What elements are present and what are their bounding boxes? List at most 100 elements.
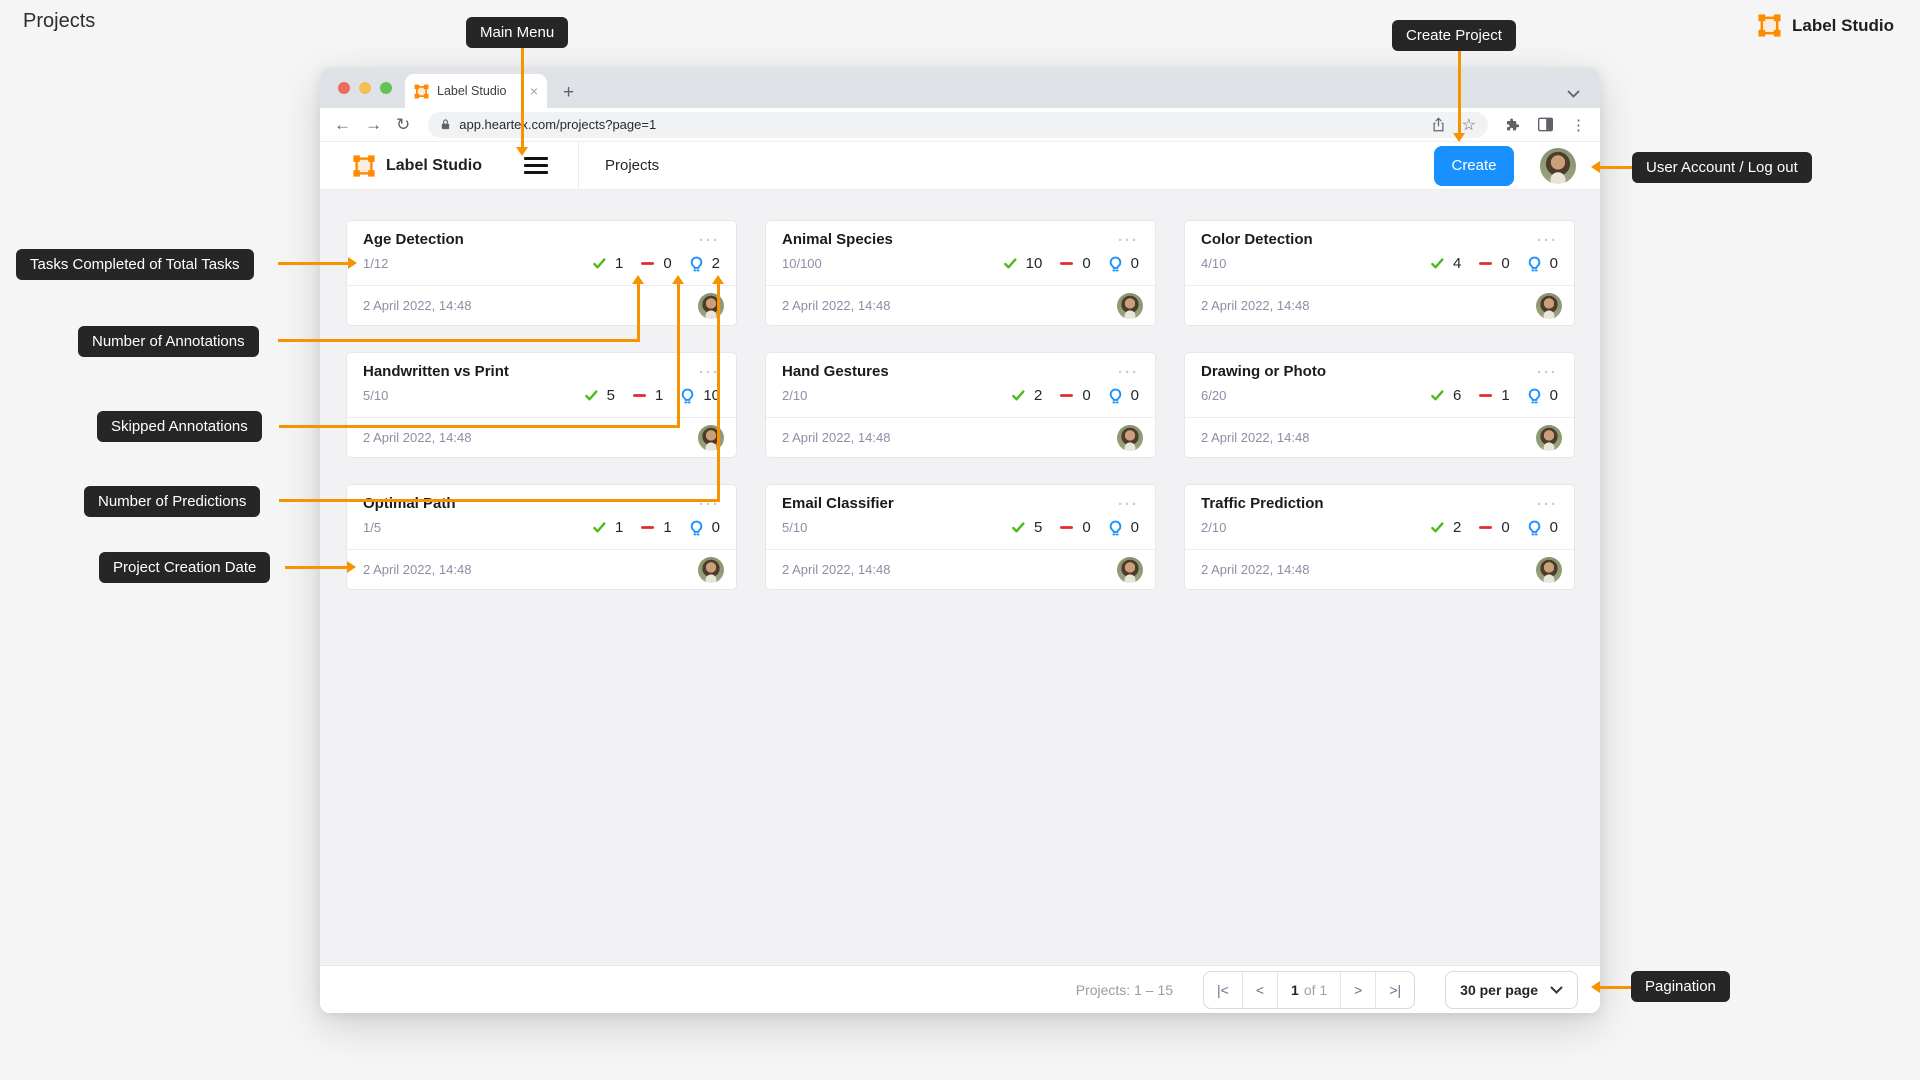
user-avatar[interactable] (1540, 148, 1576, 184)
annotations-count: 2 (1034, 387, 1042, 404)
browser-menu-icon[interactable]: ⋮ (1571, 116, 1586, 134)
predictions-count: 0 (1550, 519, 1558, 536)
minus-icon (1059, 520, 1074, 535)
project-title: Email Classifier (782, 495, 1118, 512)
predictions-bulb-icon (1108, 256, 1123, 272)
close-tab-icon[interactable]: × (530, 84, 538, 98)
predictions-count: 0 (1131, 255, 1139, 272)
card-menu-icon[interactable]: ··· (699, 233, 720, 248)
check-icon (592, 520, 607, 535)
skipped-stat: 1 (640, 519, 671, 536)
card-menu-icon[interactable]: ··· (1118, 365, 1139, 380)
project-card[interactable]: Handwritten vs Print ··· 5/10 5 1 (346, 352, 737, 458)
tabs-chevron-icon[interactable] (1567, 90, 1580, 98)
side-panel-icon[interactable] (1537, 117, 1554, 132)
predictions-stat: 0 (1108, 519, 1139, 536)
extensions-puzzle-icon[interactable] (1504, 117, 1520, 133)
header-nav-title: Projects (605, 157, 659, 174)
tasks-ratio: 1/12 (363, 256, 388, 271)
project-card[interactable]: Animal Species ··· 10/100 10 0 (765, 220, 1156, 326)
project-card[interactable]: Traffic Prediction ··· 2/10 2 0 (1184, 484, 1575, 590)
card-stats: 1 0 2 (592, 255, 720, 272)
back-icon[interactable]: ← (334, 116, 351, 133)
callout-create-project: Create Project (1392, 20, 1516, 51)
share-icon[interactable] (1431, 116, 1446, 133)
project-owner-avatar (1536, 425, 1562, 451)
skipped-stat: 0 (1059, 387, 1090, 404)
app-brand-name: Label Studio (386, 157, 482, 175)
predictions-stat: 0 (1527, 519, 1558, 536)
tasks-ratio: 2/10 (1201, 520, 1226, 535)
brand-corner: Label Studio (1757, 13, 1894, 38)
bookmark-star-icon[interactable]: ☆ (1462, 115, 1476, 135)
label-studio-favicon-icon (414, 84, 429, 99)
card-stats: 2 0 0 (1011, 387, 1139, 404)
card-menu-icon[interactable]: ··· (1537, 497, 1558, 512)
page-title: Projects (23, 10, 95, 33)
app-header: Label Studio Projects Create (320, 142, 1600, 190)
check-icon (1430, 388, 1445, 403)
skipped-stat: 0 (1478, 255, 1509, 272)
create-button[interactable]: Create (1434, 146, 1514, 186)
forward-icon[interactable]: → (365, 116, 382, 133)
annotations-stat: 1 (592, 255, 623, 272)
skipped-stat: 0 (1059, 255, 1090, 272)
project-title: Optimal Path (363, 495, 699, 512)
card-menu-icon[interactable]: ··· (699, 497, 720, 512)
first-page-button[interactable]: |< (1204, 972, 1243, 1008)
minus-icon (640, 256, 655, 271)
pagination-arrow-line (1600, 986, 1631, 989)
card-menu-icon[interactable]: ··· (1118, 497, 1139, 512)
annotations-count: 10 (1026, 255, 1043, 272)
card-stats: 6 1 0 (1430, 387, 1558, 404)
tasks-ratio: 6/20 (1201, 388, 1226, 403)
project-card[interactable]: Drawing or Photo ··· 6/20 6 1 (1184, 352, 1575, 458)
project-title: Handwritten vs Print (363, 363, 699, 380)
skipped-count: 0 (663, 255, 671, 272)
check-icon (1430, 256, 1445, 271)
project-card[interactable]: Age Detection ··· 1/12 1 0 (346, 220, 737, 326)
project-creation-date: 2 April 2022, 14:48 (782, 562, 1117, 577)
minus-icon (640, 520, 655, 535)
tasks-ratio: 10/100 (782, 256, 822, 271)
tasks-ratio: 2/10 (782, 388, 807, 403)
browser-tab[interactable]: Label Studio × (405, 74, 547, 108)
tasks-ratio: 1/5 (363, 520, 381, 535)
page-indicator: 1 of 1 (1278, 972, 1341, 1008)
project-card[interactable]: Email Classifier ··· 5/10 5 0 (765, 484, 1156, 590)
project-owner-avatar (1117, 293, 1143, 319)
reload-icon[interactable]: ↻ (396, 116, 410, 133)
project-owner-avatar (698, 293, 724, 319)
project-title: Drawing or Photo (1201, 363, 1537, 380)
projects-count-summary: Projects: 1 – 15 (1076, 982, 1173, 998)
callout-skipped: Skipped Annotations (97, 411, 262, 442)
next-page-button[interactable]: > (1341, 972, 1376, 1008)
annotations-count: 6 (1453, 387, 1461, 404)
card-menu-icon[interactable]: ··· (699, 365, 720, 380)
last-page-button[interactable]: >| (1376, 972, 1414, 1008)
minimize-window-button[interactable] (359, 82, 371, 94)
card-menu-icon[interactable]: ··· (1537, 233, 1558, 248)
lock-icon (440, 118, 451, 131)
per-page-select[interactable]: 30 per page (1445, 971, 1578, 1009)
prev-page-button[interactable]: < (1243, 972, 1278, 1008)
annotations-count: 5 (1034, 519, 1042, 536)
card-stats: 2 0 0 (1430, 519, 1558, 536)
close-window-button[interactable] (338, 82, 350, 94)
new-tab-button[interactable]: + (563, 83, 574, 102)
project-creation-date: 2 April 2022, 14:48 (363, 298, 698, 313)
project-card[interactable]: Optimal Path ··· 1/5 1 1 (346, 484, 737, 590)
project-card[interactable]: Hand Gestures ··· 2/10 2 0 (765, 352, 1156, 458)
address-bar[interactable]: app.heartex.com/projects?page=1 ☆ (428, 112, 1488, 138)
maximize-window-button[interactable] (380, 82, 392, 94)
main-menu-button[interactable] (524, 157, 548, 174)
predictions-stat: 0 (689, 519, 720, 536)
card-menu-icon[interactable]: ··· (1118, 233, 1139, 248)
card-menu-icon[interactable]: ··· (1537, 365, 1558, 380)
project-card[interactable]: Color Detection ··· 4/10 4 0 (1184, 220, 1575, 326)
predictions-bulb-icon (1108, 520, 1123, 536)
project-creation-date: 2 April 2022, 14:48 (1201, 298, 1536, 313)
tasks-ratio: 4/10 (1201, 256, 1226, 271)
tasks-ratio: 5/10 (363, 388, 388, 403)
card-stats: 5 1 10 (584, 387, 720, 404)
